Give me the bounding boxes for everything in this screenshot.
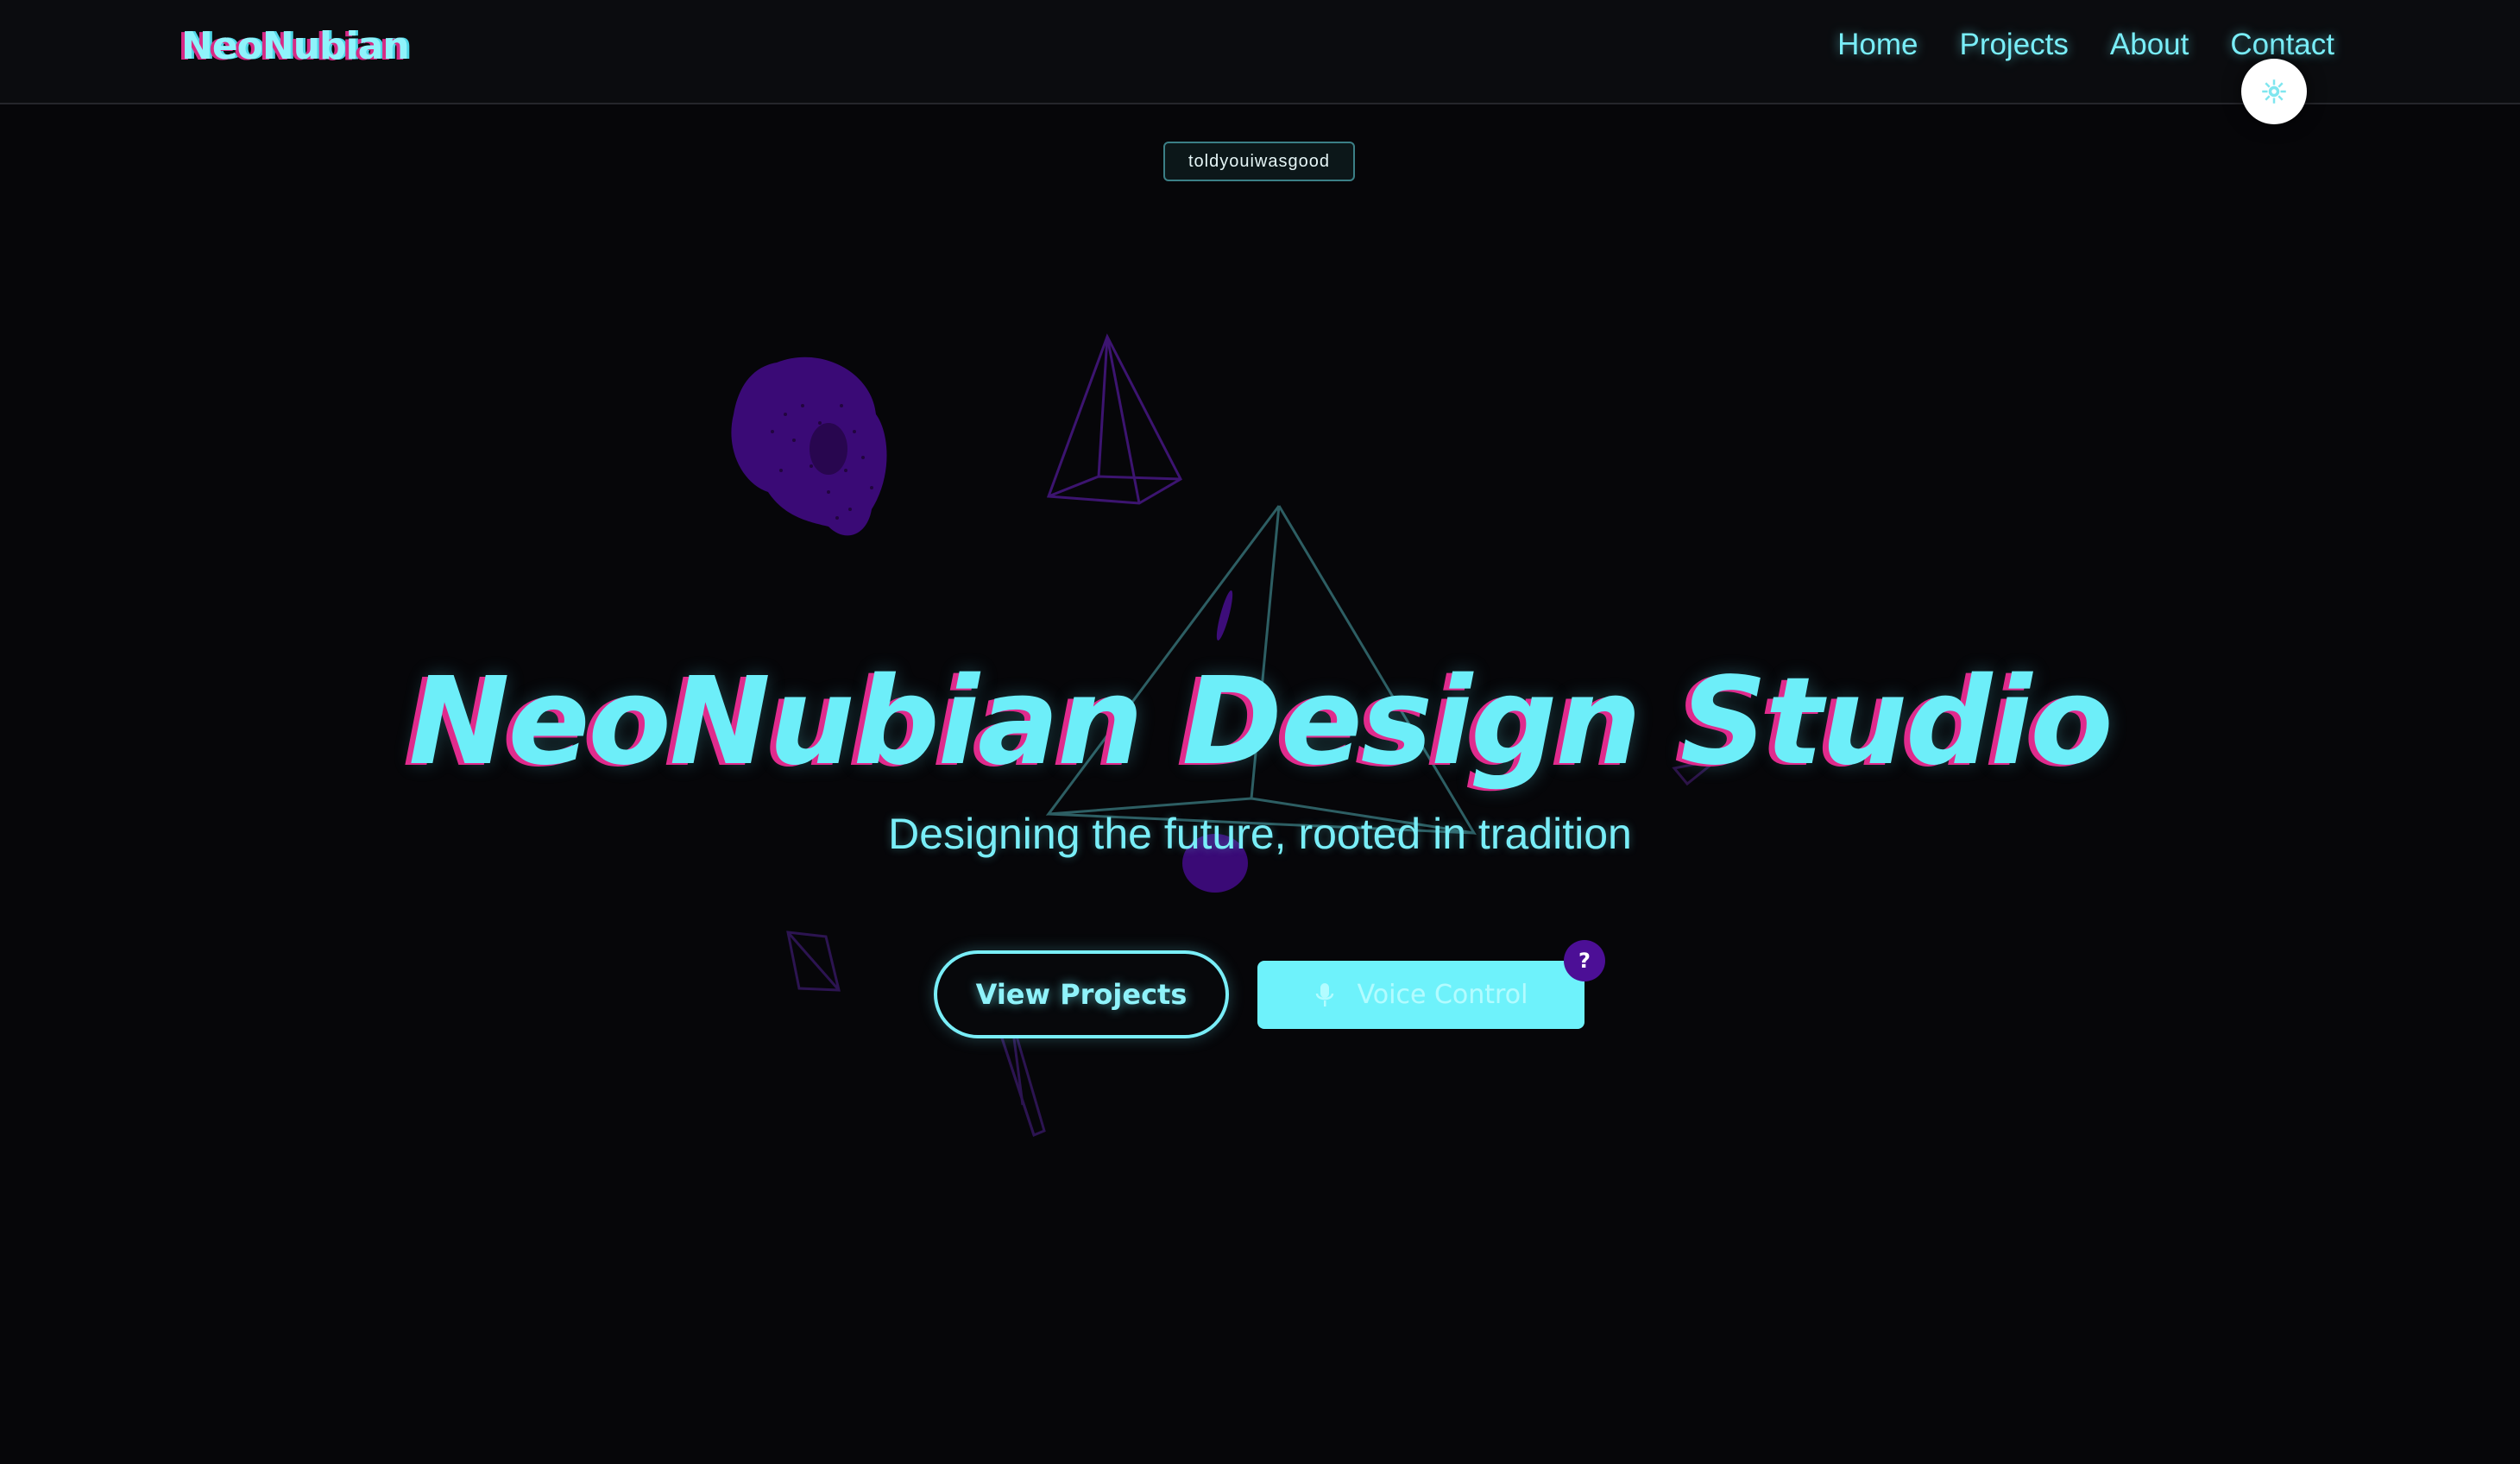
small-pyramid-shape bbox=[1046, 333, 1182, 505]
voice-help-button[interactable]: ? bbox=[1564, 940, 1605, 981]
square-shape bbox=[786, 931, 841, 992]
nav-link-about[interactable]: About bbox=[2110, 28, 2189, 62]
user-tag-badge: toldyouiwasgood bbox=[1163, 142, 1355, 181]
hero-subtitle: Designing the future, rooted in traditio… bbox=[888, 810, 1632, 858]
hero-title: NeoNubian Design Studio bbox=[408, 652, 2113, 792]
microphone-icon bbox=[1315, 982, 1333, 1006]
gear-icon bbox=[2262, 79, 2286, 104]
brand-logo[interactable]: NeoNubian bbox=[181, 24, 410, 68]
torus-shape bbox=[731, 357, 887, 536]
nav-link-home[interactable]: Home bbox=[1837, 28, 1918, 62]
nav-link-contact[interactable]: Contact bbox=[2230, 28, 2334, 62]
page: NeoNubian Home Projects About Contact to… bbox=[0, 0, 2520, 1464]
view-projects-label: View Projects bbox=[975, 978, 1188, 1011]
ellipse-shape bbox=[1216, 590, 1233, 641]
voice-control-label: Voice Control bbox=[1357, 980, 1528, 1010]
theme-toggle-button[interactable] bbox=[2241, 59, 2307, 124]
voice-control-button[interactable]: Voice Control bbox=[1257, 961, 1584, 1029]
nav-link-projects[interactable]: Projects bbox=[1959, 28, 2068, 62]
navbar: NeoNubian Home Projects About Contact bbox=[0, 0, 2520, 104]
nav-links: Home Projects About Contact bbox=[1837, 28, 2334, 62]
view-projects-button[interactable]: View Projects bbox=[934, 950, 1229, 1038]
